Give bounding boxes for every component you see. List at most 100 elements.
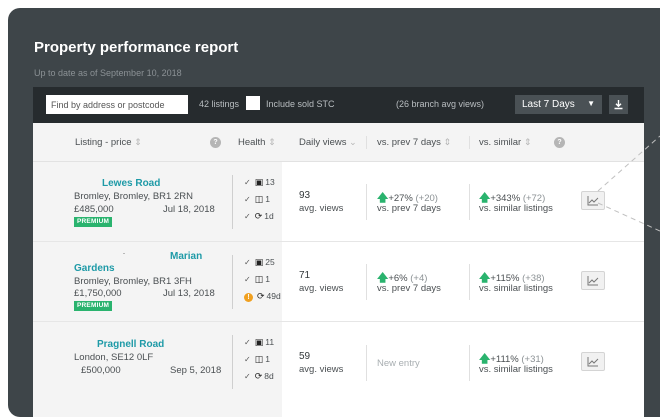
cell-divider (366, 264, 367, 300)
health-photos: ✓ ▣ 11 (244, 337, 275, 347)
camera-icon: ▣ (254, 177, 264, 187)
daily-views-value: 59 (299, 351, 311, 362)
camera-icon: ▣ (254, 257, 264, 267)
line-chart-icon (587, 357, 599, 367)
refresh-icon: ⟳ (257, 291, 265, 301)
daily-views-value: 93 (299, 190, 311, 201)
help-icon[interactable]: ? (210, 137, 221, 148)
separator-dot (123, 253, 125, 254)
listing-address: Bromley, Bromley, BR1 3FH (74, 276, 192, 287)
listing-date: Jul 13, 2018 (163, 288, 215, 299)
floorplan-icon: ◫ (254, 274, 264, 284)
prev-change-label: vs. prev 7 days (377, 283, 441, 294)
daily-views-value: 71 (299, 270, 311, 281)
check-icon: ✓ (244, 372, 251, 381)
chart-button[interactable] (581, 352, 605, 371)
date-range-value: Last 7 Days (522, 99, 575, 110)
header-divider (366, 136, 367, 149)
health-floorplans: ✓ ◫ 1 (244, 194, 270, 204)
prev-change-label: vs. prev 7 days (377, 203, 441, 214)
check-icon: ✓ (244, 275, 251, 284)
check-icon: ✓ (244, 212, 251, 221)
cell-divider (366, 345, 367, 381)
health-divider (232, 335, 233, 389)
page-title: Property performance report (34, 39, 239, 56)
download-icon (614, 100, 623, 110)
listing-link[interactable]: Lewes Road (102, 178, 160, 189)
listing-cell: Lewes Road Bromley, Bromley, BR1 2RN £48… (33, 162, 232, 241)
include-sold-checkbox[interactable] (246, 96, 260, 110)
cell-divider (469, 184, 470, 220)
similar-change-label: vs. similar listings (479, 283, 553, 294)
table-row[interactable]: Pragnell Road London, SE12 0LF £500,000 … (33, 322, 644, 417)
health-floorplans: ✓ ◫ 1 (244, 354, 270, 364)
chart-button[interactable] (581, 271, 605, 290)
premium-badge: PREMIUM (74, 301, 113, 311)
col-vs-prev[interactable]: vs. prev 7 days ⇕ (377, 137, 451, 148)
branch-avg-views: (26 branch avg views) (396, 99, 485, 109)
chevron-down-icon: ▼ (587, 99, 595, 108)
col-listing-price[interactable]: Listing - price ⇕ (75, 137, 142, 148)
col-vs-similar[interactable]: vs. similar ⇕ (479, 137, 531, 148)
refresh-icon: ⟳ (254, 211, 263, 221)
sort-desc-icon: ⌄ (349, 137, 357, 147)
listing-cell: Pragnell Road London, SE12 0LF £500,000 … (33, 322, 232, 417)
date-range-select[interactable]: Last 7 Days ▼ (515, 95, 602, 114)
col-health[interactable]: Health ⇕ (238, 137, 276, 148)
sort-icon: ⇕ (134, 137, 142, 147)
chart-button[interactable] (581, 191, 605, 210)
check-icon: ✓ (244, 195, 251, 204)
cell-divider (469, 345, 470, 381)
camera-icon: ▣ (254, 337, 264, 347)
health-age: ! ⟳ 49d (244, 291, 281, 302)
help-icon[interactable]: ? (554, 137, 565, 148)
health-photos: ✓ ▣ 13 (244, 177, 275, 187)
similar-change-label: vs. similar listings (479, 203, 553, 214)
line-chart-icon (587, 196, 599, 206)
listing-date: Sep 5, 2018 (170, 365, 222, 376)
report-panel: Property performance report Up to date a… (8, 8, 660, 417)
sort-icon: ⇕ (268, 137, 276, 147)
daily-views-label: avg. views (299, 283, 344, 294)
listing-price: £485,000 (74, 204, 114, 215)
last-updated-text: Up to date as of September 10, 2018 (34, 68, 182, 78)
check-icon: ✓ (244, 258, 251, 267)
health-age: ✓ ⟳ 8d (244, 371, 274, 381)
new-entry-text: New entry (377, 358, 420, 369)
sort-icon: ⇕ (443, 137, 452, 147)
table-row[interactable]: Marian Gardens Bromley, Bromley, BR1 3FH… (33, 242, 644, 322)
health-cell: ✓ ▣ 11 ✓ ◫ 1 ✓ ⟳ 8d (232, 322, 282, 417)
search-input[interactable] (46, 95, 188, 114)
table-row[interactable]: Lewes Road Bromley, Bromley, BR1 2RN £48… (33, 162, 644, 242)
listing-link-line2[interactable]: Gardens (74, 263, 115, 274)
sort-icon: ⇕ (523, 137, 532, 147)
health-age: ✓ ⟳ 1d (244, 211, 274, 221)
health-cell: ✓ ▣ 25 ✓ ◫ 1 ! ⟳ 49d (232, 242, 282, 321)
header-divider (469, 136, 470, 149)
include-sold-label[interactable]: Include sold STC (266, 99, 335, 109)
floorplan-icon: ◫ (254, 354, 264, 364)
health-cell: ✓ ▣ 13 ✓ ◫ 1 ✓ ⟳ 1d (232, 162, 282, 241)
listing-date: Jul 18, 2018 (163, 204, 215, 215)
col-daily-views[interactable]: Daily views ⌄ (299, 137, 357, 148)
health-divider (232, 175, 233, 229)
cell-divider (469, 264, 470, 300)
listing-cell: Marian Gardens Bromley, Bromley, BR1 3FH… (33, 242, 232, 321)
daily-views-label: avg. views (299, 364, 344, 375)
cell-divider (366, 184, 367, 220)
download-button[interactable] (609, 95, 628, 114)
listings-count: 42 listings (199, 99, 240, 109)
listing-address: London, SE12 0LF (74, 352, 154, 363)
warning-icon: ! (244, 293, 253, 302)
health-divider (232, 255, 233, 309)
listing-price: £500,000 (81, 365, 121, 376)
listing-price: £1,750,000 (74, 288, 122, 299)
listing-link[interactable]: Marian (170, 251, 202, 262)
listing-address: Bromley, Bromley, BR1 2RN (74, 191, 193, 202)
check-icon: ✓ (244, 338, 251, 347)
refresh-icon: ⟳ (254, 371, 263, 381)
health-photos: ✓ ▣ 25 (244, 257, 275, 267)
floorplan-icon: ◫ (254, 194, 264, 204)
listing-link[interactable]: Pragnell Road (97, 339, 164, 350)
listings-table: Listing - price ⇕ ? Health ⇕ Daily views… (33, 123, 644, 417)
